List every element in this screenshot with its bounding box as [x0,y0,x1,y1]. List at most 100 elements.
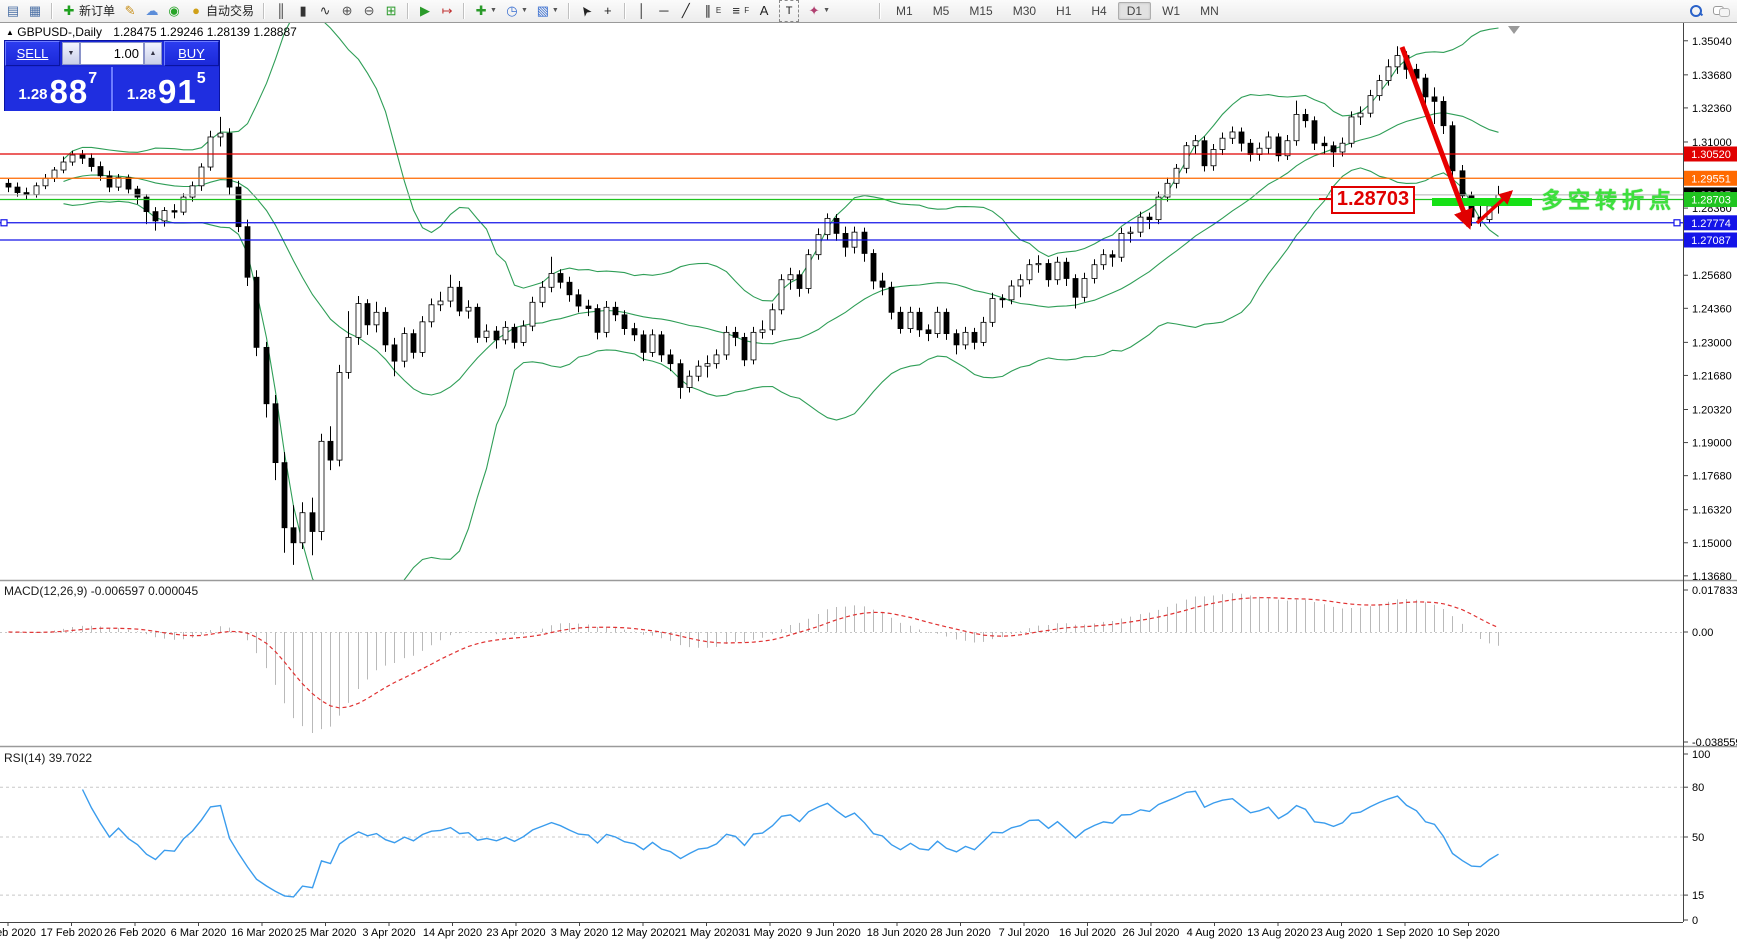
metaeditor-button[interactable]: ✎ [119,0,141,22]
horizontal-line-icon: ─ [657,1,671,21]
charts-window-button[interactable]: ▤ [2,0,24,22]
svg-text:23 Aug 2020: 23 Aug 2020 [1311,927,1373,939]
buy-price-display[interactable]: 1.28 91 5 [114,67,220,111]
timeframe-h1-button[interactable]: H1 [1047,2,1080,20]
turning-point-bar[interactable] [1432,198,1532,206]
svg-text:1.29551: 1.29551 [1691,173,1731,185]
svg-text:15: 15 [1692,890,1704,902]
chat-icon[interactable] [1713,5,1729,17]
svg-text:16 Jul 2020: 16 Jul 2020 [1059,927,1116,939]
search-icon[interactable] [1689,4,1703,18]
equidistant-channel-icon: ∥ [701,1,715,21]
candlesticks-button[interactable]: ▮ [292,0,314,22]
data-window-icon: ▦ [28,1,42,21]
signals-button[interactable]: ◉ [163,0,185,22]
toolbar-separator [51,3,53,19]
svg-text:1.33680: 1.33680 [1692,70,1732,82]
periods-button[interactable]: ◷▼ [501,0,532,22]
mt4-window: 1.350401.336801.323601.310001.296801.283… [0,0,1737,941]
chevron-down-icon[interactable]: ▼ [521,1,528,21]
timeframe-m1-button[interactable]: M1 [887,2,922,20]
svg-text:1.24360: 1.24360 [1692,303,1732,315]
svg-text:4 Aug 2020: 4 Aug 2020 [1187,927,1243,939]
volume-input[interactable]: 1.00 [80,42,144,65]
price-box-tick [1319,198,1331,200]
svg-text:7 Feb 2020: 7 Feb 2020 [0,927,36,939]
ohlc-bars-button[interactable]: ║ [270,0,292,22]
chart-canvas[interactable]: 1.350401.336801.323601.310001.296801.283… [0,0,1737,941]
sell-price-display[interactable]: 1.28 88 7 [5,67,113,111]
svg-text:1.25680: 1.25680 [1692,270,1732,282]
line-chart-button[interactable]: ∿ [314,0,336,22]
svg-text:25 Mar 2020: 25 Mar 2020 [295,927,357,939]
horizontal-line-button[interactable]: ─ [653,0,675,22]
toolbar-separator [463,3,465,19]
chevron-down-icon[interactable]: ▼ [490,1,497,21]
fibonacci-button[interactable]: ≡F [725,0,753,22]
tile-windows-icon: ⊞ [384,1,398,21]
one-click-trading-panel: SELL ▼ 1.00 ▲ BUY 1.28 88 7 1.28 91 5 [4,40,220,111]
volume-down-button[interactable]: ▼ [62,42,80,65]
templates-button[interactable]: ▧▼ [532,0,563,22]
zoom-in-button[interactable]: ⊕ [336,0,358,22]
timeframe-h4-button[interactable]: H4 [1082,2,1115,20]
autoscroll-button[interactable]: ▶ [414,0,436,22]
main-toolbar: ▤▦✚新订单✎☁◉●自动交易║▮∿⊕⊖⊞▶↦✚▼◷▼▧▼➤+│─╱∥E≡FAT✦… [0,0,1737,23]
price-annotation-box[interactable]: 1.28703 [1331,186,1415,214]
vertical-line-button[interactable]: │ [631,0,653,22]
vertical-line-icon: │ [635,1,649,21]
timeframe-m30-button[interactable]: M30 [1004,2,1045,20]
chevron-down-icon[interactable]: ▼ [552,1,559,21]
community-button[interactable]: ☁ [141,0,163,22]
cursor-button[interactable]: ➤ [575,0,597,22]
symbol-period-label: GBPUSD-,Daily [17,25,102,39]
signals-icon: ◉ [167,1,181,21]
toolbar-separator [624,3,626,19]
chevron-down-icon[interactable]: ▼ [823,1,830,21]
svg-text:-0.038559: -0.038559 [1692,737,1737,749]
charts-window-icon: ▤ [6,1,20,21]
svg-text:1.19000: 1.19000 [1692,438,1732,450]
community-icon: ☁ [145,1,159,21]
svg-text:14 Apr 2020: 14 Apr 2020 [423,927,482,939]
text-label-button[interactable]: T [775,0,803,22]
timeframe-d1-button[interactable]: D1 [1118,2,1151,20]
text-icon: A [757,1,771,21]
crosshair-button[interactable]: + [597,0,619,22]
rsi-indicator-label: RSI(14) 39.7022 [4,751,92,765]
tile-windows-button[interactable]: ⊞ [380,0,402,22]
text-button[interactable]: A [753,0,775,22]
fibonacci-icon-sub: F [744,1,749,21]
svg-text:1.15000: 1.15000 [1692,538,1732,550]
macd-indicator-label: MACD(12,26,9) -0.006597 0.000045 [4,584,198,598]
svg-text:1.20320: 1.20320 [1692,405,1732,417]
indicators-button[interactable]: ✚▼ [470,0,501,22]
svg-text:26 Feb 2020: 26 Feb 2020 [104,927,166,939]
turning-point-text[interactable]: 多空转折点 [1541,183,1676,215]
timeframe-mn-button[interactable]: MN [1191,2,1228,20]
svg-text:1.35040: 1.35040 [1692,36,1732,48]
arrows-tool-icon: ✦ [807,1,821,21]
data-window-button[interactable]: ▦ [24,0,46,22]
svg-text:31 May 2020: 31 May 2020 [738,927,802,939]
volume-up-button[interactable]: ▲ [144,42,162,65]
arrows-tool-button[interactable]: ✦▼ [803,0,834,22]
svg-text:1.13680: 1.13680 [1692,571,1732,583]
timeframe-w1-button[interactable]: W1 [1153,2,1189,20]
sell-button[interactable]: SELL [5,41,60,66]
trendline-icon: ╱ [679,1,693,21]
zoom-out-button[interactable]: ⊖ [358,0,380,22]
svg-text:50: 50 [1692,832,1704,844]
buy-button[interactable]: BUY [164,41,219,66]
timeframe-m5-button[interactable]: M5 [924,2,959,20]
trendline-button[interactable]: ╱ [675,0,697,22]
chart-shift-button[interactable]: ↦ [436,0,458,22]
equidistant-channel-button[interactable]: ∥E [697,0,725,22]
new-order-button[interactable]: ✚新订单 [58,0,119,22]
svg-text:3 May 2020: 3 May 2020 [551,927,608,939]
svg-text:1.30520: 1.30520 [1691,149,1731,161]
templates-icon: ▧ [536,1,550,21]
autotrade-button[interactable]: ●自动交易 [185,0,258,22]
autoscroll-icon: ▶ [418,1,432,21]
timeframe-m15-button[interactable]: M15 [960,2,1001,20]
